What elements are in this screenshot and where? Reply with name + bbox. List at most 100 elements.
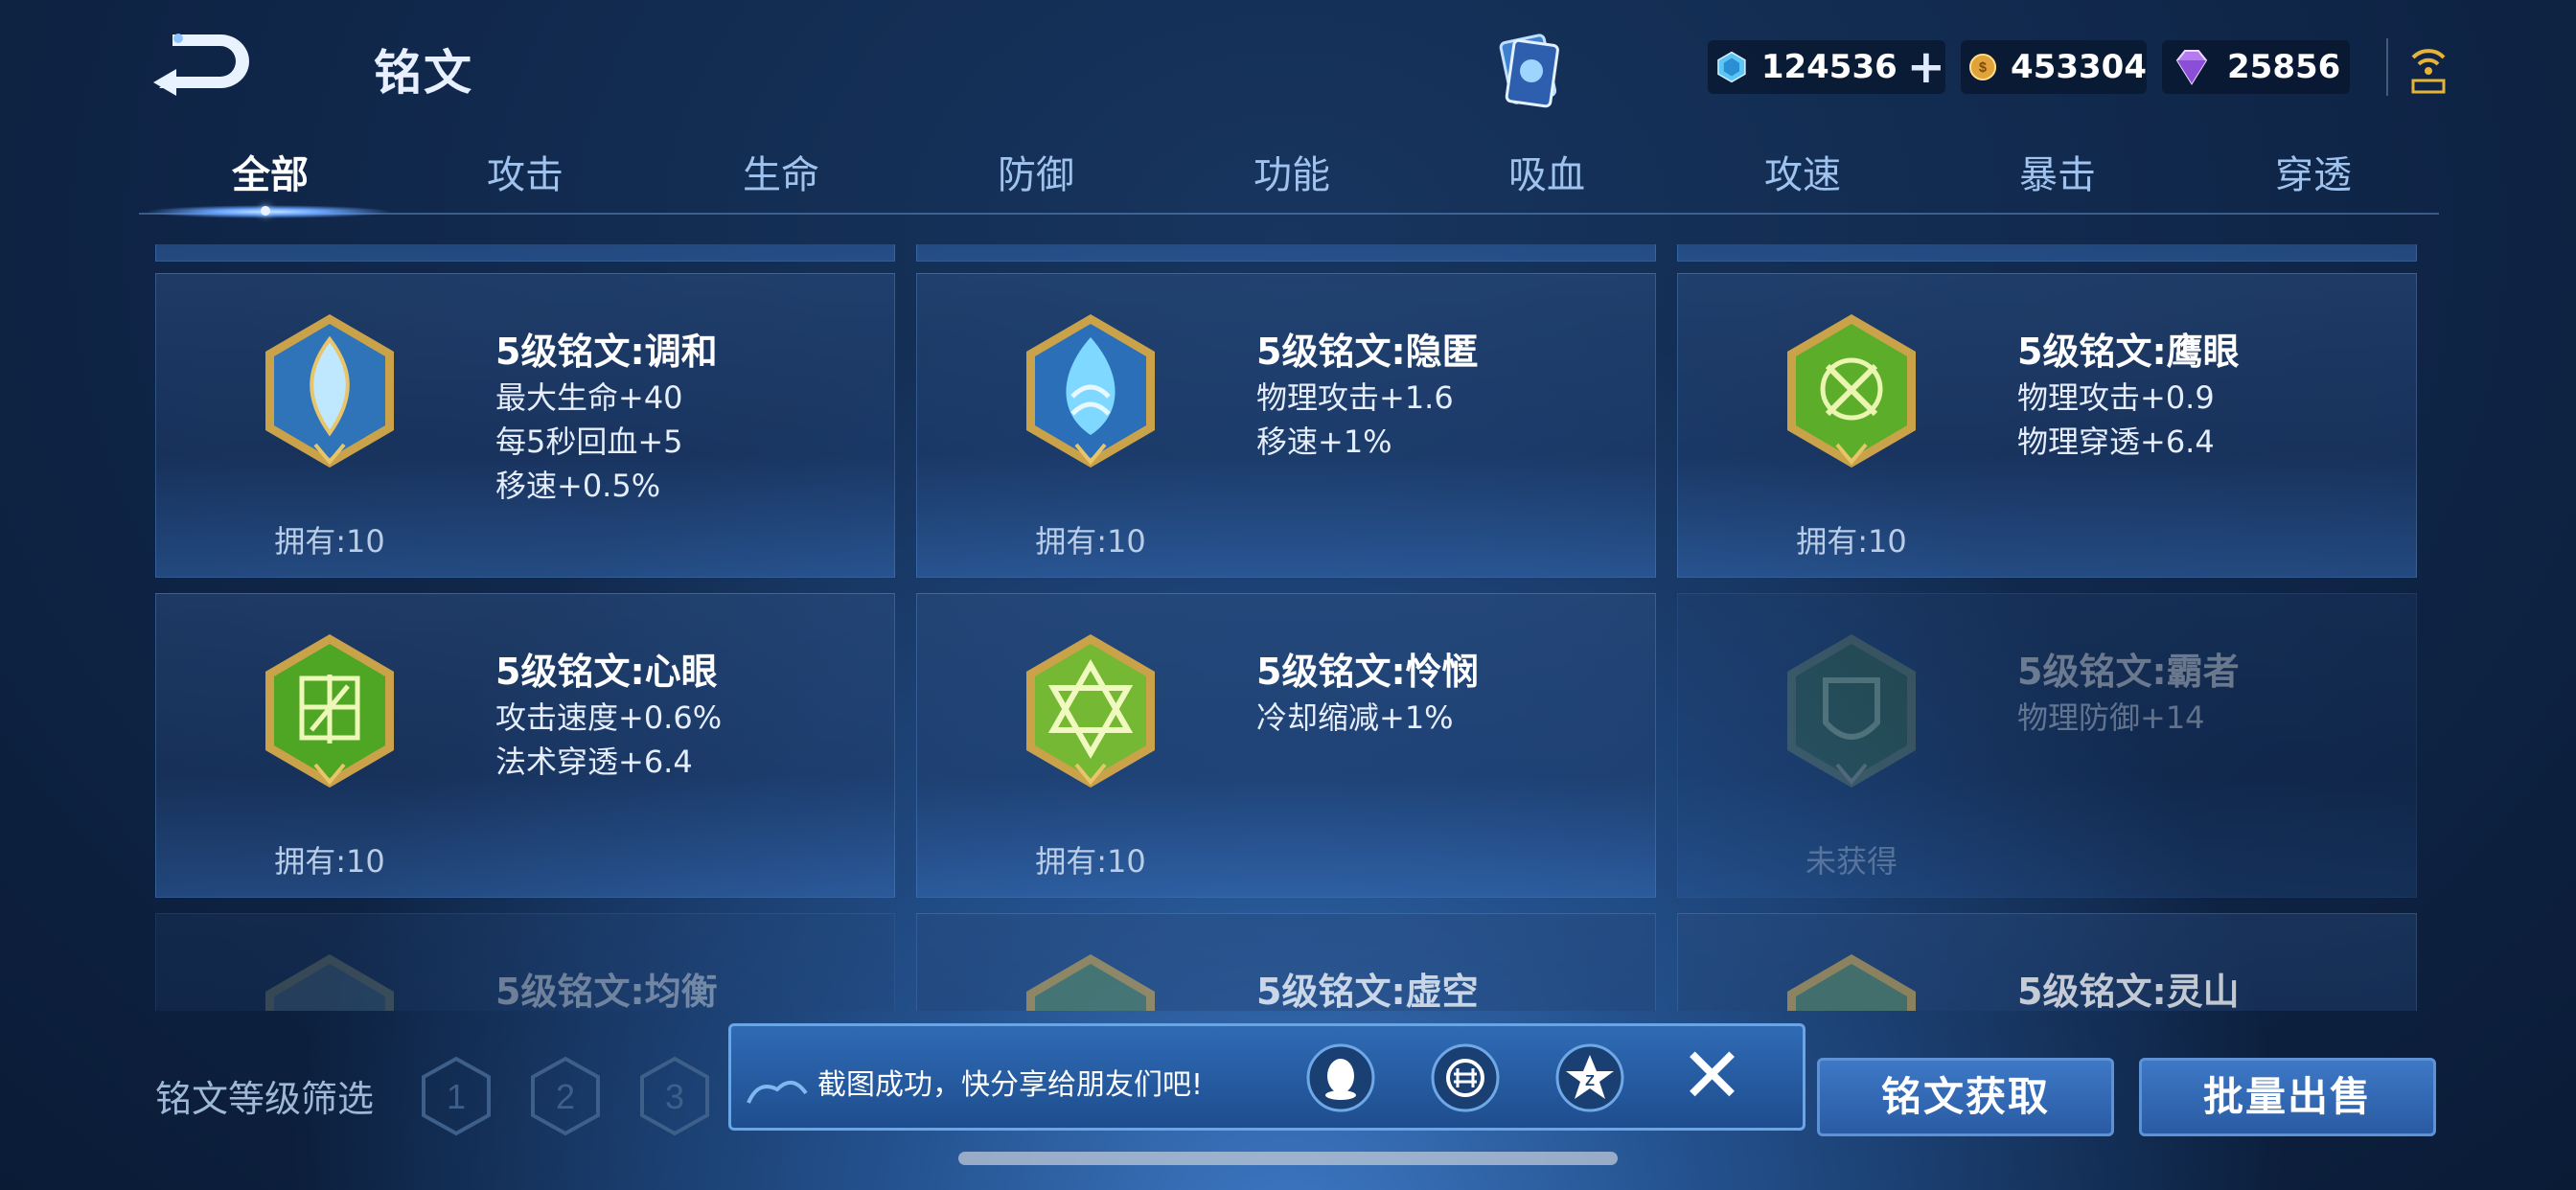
tab-utility[interactable]: 功能 — [1167, 144, 1416, 199]
inscription-stats: 物理攻击+1.6 移速+1% — [1256, 376, 1454, 464]
qq-share-button[interactable] — [1304, 1041, 1377, 1114]
level-number: 1 — [447, 1077, 466, 1116]
inscription-stat: 最大生命+40 — [495, 379, 683, 416]
inscription-stats: 最大生命+40 每5秒回血+5 移速+0.5% — [495, 376, 683, 508]
inscription-emblem-icon — [265, 634, 394, 788]
page-title: 铭文 — [374, 45, 473, 101]
tab-penetration[interactable]: 穿透 — [2189, 144, 2438, 199]
inscription-name: 5级铭文:霸者 — [2017, 651, 2240, 693]
level-2-filter[interactable]: 2 — [529, 1056, 602, 1136]
level-filter-label: 铭文等级筛选 — [155, 1078, 375, 1120]
active-tab-dot — [261, 206, 270, 216]
svg-text:$: $ — [1979, 60, 1987, 76]
inscription-emblem-icon — [1787, 634, 1916, 788]
gold-amount: 453304 — [2011, 48, 2147, 86]
diamond-amount: 25856 — [2227, 48, 2341, 86]
owned-count: 拥有:10 — [274, 523, 385, 560]
tab-critical[interactable]: 暴击 — [1933, 144, 2182, 199]
get-inscription-button[interactable]: 铭文获取 — [1817, 1058, 2114, 1136]
inscription-name: 5级铭文:虚空 — [1256, 971, 1479, 1011]
tab-all[interactable]: 全部 — [146, 144, 395, 199]
inscription-card[interactable]: 5级铭文:虚空 — [916, 913, 1656, 1011]
inscription-card[interactable]: 5级铭文:灵山 — [1677, 913, 2417, 1011]
close-toast-button[interactable]: ✕ — [1680, 1036, 1744, 1116]
cloud-decoration-icon — [747, 1081, 808, 1104]
inscription-stat: 移速+0.5% — [495, 468, 661, 504]
gold-coin-icon: $ — [1968, 53, 1997, 81]
svg-text:Z: Z — [1585, 1073, 1595, 1089]
inscription-stat: 物理防御+14 — [2017, 699, 2205, 736]
tab-lifesteal[interactable]: 吸血 — [1422, 144, 1671, 199]
inscription-card[interactable] — [1677, 244, 2417, 262]
inscription-stat: 物理攻击+1.6 — [1256, 379, 1454, 416]
tab-defense[interactable]: 防御 — [911, 144, 1161, 199]
inscription-grid: 5级铭文:调和 最大生命+40 每5秒回血+5 移速+0.5% 拥有:10 5级… — [155, 244, 2421, 1011]
inscription-name: 5级铭文:怜悯 — [1256, 651, 1479, 693]
inscription-emblem-icon — [1787, 314, 1916, 468]
toast-message: 截图成功，快分享给朋友们吧! — [817, 1068, 1204, 1102]
wechat-share-button[interactable] — [1429, 1041, 1502, 1114]
inscription-card[interactable]: 5级铭文:均衡 — [155, 913, 895, 1011]
tab-health[interactable]: 生命 — [656, 144, 906, 199]
level-number: 2 — [556, 1077, 575, 1116]
inscription-name: 5级铭文:鹰眼 — [2017, 331, 2240, 373]
category-tabs: 全部 攻击 生命 防御 功能 吸血 攻速 暴击 穿透 — [139, 144, 2439, 220]
inscription-stat: 物理穿透+6.4 — [2017, 423, 2215, 460]
inscription-emblem-icon — [265, 314, 394, 468]
inscription-name: 5级铭文:心眼 — [495, 651, 718, 693]
inscription-stat: 物理攻击+0.9 — [2017, 379, 2215, 416]
level-3-filter[interactable]: 3 — [638, 1056, 711, 1136]
wifi-status-icon — [2404, 38, 2453, 100]
bulk-sell-button[interactable]: 批量出售 — [2139, 1058, 2436, 1136]
back-arrow-icon — [153, 34, 249, 96]
owned-count: 拥有:10 — [1035, 843, 1146, 880]
tab-attack[interactable]: 攻击 — [401, 144, 650, 199]
inscription-emblem-icon — [1787, 954, 1916, 1011]
purple-diamond-icon — [2175, 50, 2208, 85]
tab-underline — [139, 213, 2439, 215]
add-gem-button[interactable]: + — [1907, 44, 1945, 90]
inscription-stats: 物理攻击+0.9 物理穿透+6.4 — [2017, 376, 2215, 464]
inscription-card[interactable]: 5级铭文:鹰眼 物理攻击+0.9 物理穿透+6.4 拥有:10 — [1677, 273, 2417, 578]
level-1-filter[interactable]: 1 — [420, 1056, 493, 1136]
tab-attack-speed[interactable]: 攻速 — [1678, 144, 1927, 199]
inscription-stat: 每5秒回血+5 — [495, 423, 683, 460]
inscription-card[interactable]: 5级铭文:怜悯 冷却缩减+1% 拥有:10 — [916, 593, 1656, 898]
owned-count: 拥有:10 — [1796, 523, 1907, 560]
inscription-emblem-icon — [1026, 314, 1155, 468]
inscription-name: 5级铭文:隐匿 — [1256, 331, 1479, 373]
header-divider — [2386, 38, 2388, 96]
gem-currency: 124536 + — [1708, 40, 1945, 94]
qzone-share-button[interactable]: Z — [1553, 1041, 1626, 1114]
inscription-emblem-icon — [265, 954, 394, 1011]
inscription-stats: 物理防御+14 — [2017, 696, 2205, 740]
inscription-stat: 冷却缩减+1% — [1256, 699, 1454, 736]
inscription-stat: 移速+1% — [1256, 423, 1392, 460]
gem-amount: 124536 — [1760, 48, 1898, 86]
inscription-emblem-icon — [1026, 634, 1155, 788]
inscription-name: 5级铭文:灵山 — [2017, 971, 2240, 1011]
level-number: 3 — [665, 1077, 684, 1116]
gold-currency: $ 453304 — [1961, 40, 2147, 94]
owned-count: 拥有:10 — [274, 843, 385, 880]
inscription-card[interactable]: 5级铭文:调和 最大生命+40 每5秒回血+5 移速+0.5% 拥有:10 — [155, 273, 895, 578]
owned-status: 未获得 — [1805, 843, 1898, 880]
screenshot-share-toast: 截图成功，快分享给朋友们吧! Z ✕ — [728, 1023, 1806, 1131]
inscription-card[interactable] — [155, 244, 895, 262]
inscription-stat: 攻击速度+0.6% — [495, 699, 723, 736]
inscription-book-icon[interactable] — [1485, 29, 1572, 115]
inscription-card[interactable]: 5级铭文:心眼 攻击速度+0.6% 法术穿透+6.4 拥有:10 — [155, 593, 895, 898]
blue-gem-icon — [1717, 51, 1746, 83]
inscription-stat: 法术穿透+6.4 — [495, 744, 693, 780]
inscription-card[interactable]: 5级铭文:隐匿 物理攻击+1.6 移速+1% 拥有:10 — [916, 273, 1656, 578]
diamond-currency: 25856 — [2162, 40, 2350, 94]
owned-count: 拥有:10 — [1035, 523, 1146, 560]
inscription-name: 5级铭文:均衡 — [495, 971, 718, 1011]
home-indicator[interactable] — [958, 1152, 1618, 1165]
inscription-stats: 冷却缩减+1% — [1256, 696, 1454, 740]
inscription-emblem-icon — [1026, 954, 1155, 1011]
back-button[interactable] — [153, 27, 278, 103]
inscription-card[interactable] — [916, 244, 1656, 262]
inscription-stats: 攻击速度+0.6% 法术穿透+6.4 — [495, 696, 722, 784]
inscription-card[interactable]: 5级铭文:霸者 物理防御+14 未获得 — [1677, 593, 2417, 898]
